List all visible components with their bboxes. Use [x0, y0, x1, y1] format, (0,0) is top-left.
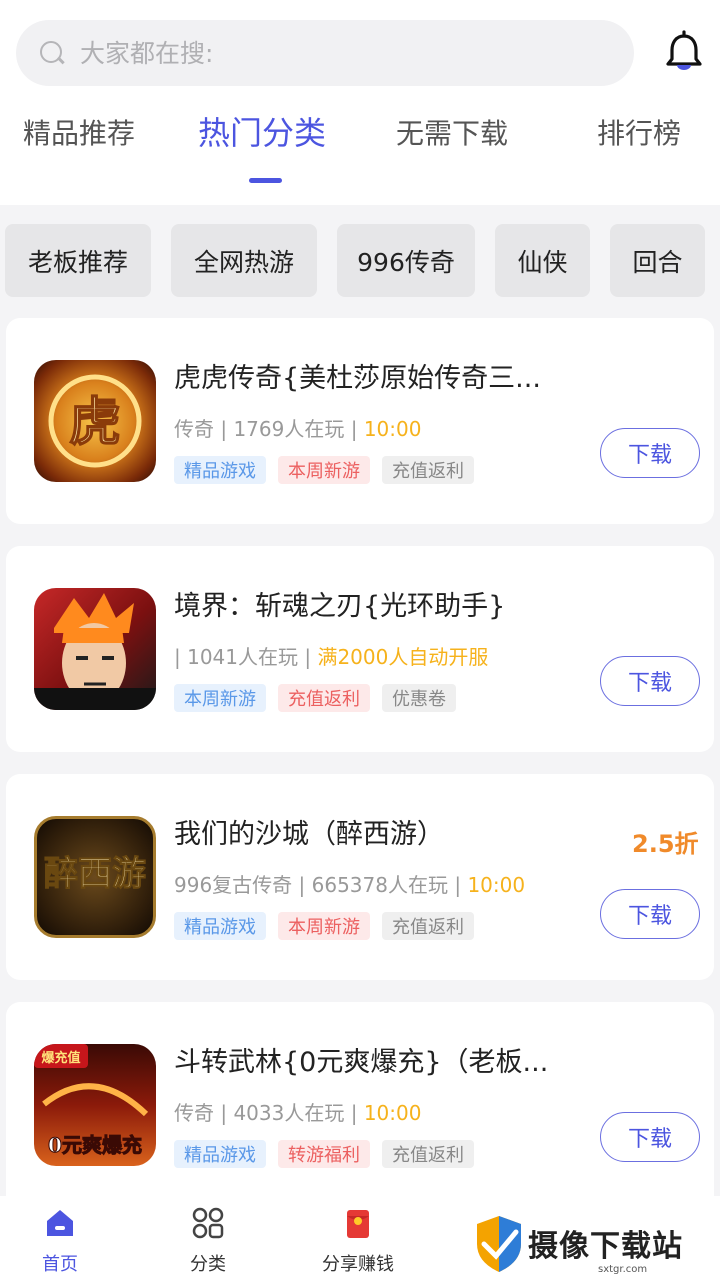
nav-label: 分类: [190, 1254, 226, 1275]
game-icon: 虎: [34, 360, 156, 482]
home-icon: [47, 1210, 73, 1236]
nav-share-earn[interactable]: 分享赚钱: [298, 1206, 418, 1276]
tag: 充值返利: [382, 1140, 474, 1168]
tag: 本周新游: [278, 456, 370, 484]
game-icon: 醉西游: [34, 816, 156, 938]
tab-rankings[interactable]: 排行榜: [597, 112, 681, 152]
top-header: 精品推荐 热门分类 无需下载 排行榜: [0, 0, 720, 205]
game-meta: 传奇 | 1769人在玩 | 10:00: [174, 417, 422, 441]
game-title: 我们的沙城（醉西游）: [174, 819, 444, 850]
game-icon: 爆充值 0元爽爆充: [34, 1044, 156, 1166]
svg-text:醉西游: 醉西游: [44, 854, 146, 894]
tag: 本周新游: [278, 912, 370, 940]
grid-icon: [192, 1207, 224, 1239]
nav-label: 首页: [42, 1254, 78, 1275]
watermark-text: 摄像下载站: [528, 1229, 683, 1264]
game-title: 境界：斩魂之刃{光环助手}: [174, 591, 506, 622]
game-title: 斗转武林{0元爽爆充}（老板...: [174, 1047, 549, 1078]
tag: 转游福利: [278, 1140, 370, 1168]
search-input[interactable]: [80, 38, 580, 68]
nav-categories[interactable]: 分类: [148, 1206, 268, 1276]
svg-text:虎: 虎: [69, 392, 121, 453]
tag: 优惠卷: [382, 684, 456, 712]
tag: 充值返利: [278, 684, 370, 712]
red-envelope-icon: [347, 1210, 369, 1238]
watermark-url: sxtgr.com: [598, 1264, 648, 1275]
game-tags: 精品游戏 本周新游 充值返利: [174, 456, 474, 484]
chip-996-legend[interactable]: 996传奇: [337, 224, 475, 297]
active-tab-indicator: [249, 178, 282, 183]
tag: 充值返利: [382, 456, 474, 484]
download-button[interactable]: 下载: [600, 428, 700, 478]
discount-label: 2.5折: [632, 830, 699, 858]
category-tabs: 精品推荐 热门分类 无需下载 排行榜: [0, 112, 720, 183]
game-meta: 996复古传奇 | 665378人在玩 | 10:00: [174, 873, 526, 897]
svg-text:爆充值: 爆充值: [41, 1050, 80, 1066]
game-card[interactable]: 醉西游 我们的沙城（醉西游） 2.5折 996复古传奇 | 665378人在玩 …: [6, 774, 714, 980]
chip-boss-recommend[interactable]: 老板推荐: [5, 224, 151, 297]
game-card[interactable]: 境界：斩魂之刃{光环助手} | 1041人在玩 | 满2000人自动开服 本周新…: [6, 546, 714, 752]
download-button[interactable]: 下载: [600, 889, 700, 939]
download-button[interactable]: 下载: [600, 656, 700, 706]
search-icon: [38, 39, 66, 67]
filter-chips: 老板推荐 全网热游 996传奇 仙侠 回合: [0, 224, 720, 298]
chip-hot-games[interactable]: 全网热游: [171, 224, 317, 297]
game-meta: | 1041人在玩 | 满2000人自动开服: [174, 645, 489, 669]
svg-text:0元爽爆充: 0元爽爆充: [48, 1133, 142, 1157]
game-card[interactable]: 爆充值 0元爽爆充 斗转武林{0元爽爆充}（老板... 传奇 | 4033人在玩…: [6, 1002, 714, 1196]
download-button[interactable]: 下载: [600, 1112, 700, 1162]
game-tags: 精品游戏 本周新游 充值返利: [174, 912, 474, 940]
tag: 本周新游: [174, 684, 266, 712]
game-tags: 精品游戏 转游福利 充值返利: [174, 1140, 474, 1168]
watermark: 摄像下载站 sxtgr.com: [470, 1206, 720, 1280]
game-icon: [34, 588, 156, 710]
game-title: 虎虎传奇{美杜莎原始传奇三...: [174, 363, 541, 394]
chip-xianxia[interactable]: 仙侠: [495, 224, 590, 297]
tag: 充值返利: [382, 912, 474, 940]
shield-logo-icon: [477, 1216, 521, 1272]
game-meta: 传奇 | 4033人在玩 | 10:00: [174, 1101, 422, 1125]
tag: 精品游戏: [174, 912, 266, 940]
tab-no-download[interactable]: 无需下载: [396, 112, 508, 152]
game-tags: 本周新游 充值返利 优惠卷: [174, 684, 456, 712]
tab-hot-categories[interactable]: 热门分类: [198, 108, 326, 154]
nav-home[interactable]: 首页: [0, 1206, 120, 1276]
bell-icon[interactable]: [660, 28, 708, 76]
tag: 精品游戏: [174, 1140, 266, 1168]
tab-recommended[interactable]: 精品推荐: [23, 112, 135, 152]
chip-turn-based[interactable]: 回合: [610, 224, 705, 297]
game-card[interactable]: 虎 虎虎传奇{美杜莎原始传奇三... 传奇 | 1769人在玩 | 10:00 …: [6, 318, 714, 524]
search-bar[interactable]: [16, 20, 634, 86]
nav-label: 分享赚钱: [322, 1254, 394, 1275]
tag: 精品游戏: [174, 456, 266, 484]
